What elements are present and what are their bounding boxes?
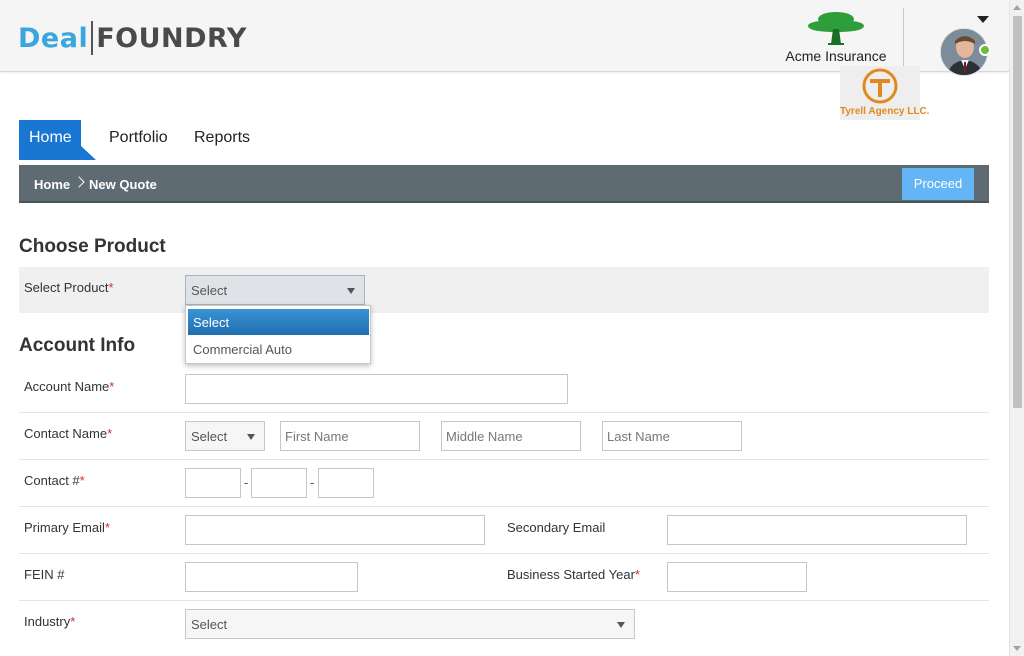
scroll-thumb[interactable]	[1013, 16, 1022, 408]
primary-email-label-text: Primary Email	[24, 520, 105, 535]
required-marker: *	[70, 614, 76, 629]
last-name-placeholder: Last Name	[607, 429, 670, 444]
tab-portfolio[interactable]: Portfolio	[109, 129, 168, 147]
last-name-input[interactable]: Last Name	[602, 421, 742, 451]
row-divider	[19, 600, 989, 601]
page-scrollbar[interactable]	[1009, 0, 1024, 656]
header-divider	[903, 8, 904, 66]
required-marker: *	[107, 426, 113, 441]
row-divider	[19, 553, 989, 554]
row-divider	[19, 459, 989, 460]
first-name-input[interactable]: First Name	[280, 421, 420, 451]
fein-input[interactable]	[185, 562, 358, 592]
required-marker: *	[109, 379, 115, 394]
logo-foundry: FOUNDRY	[96, 23, 247, 54]
product-dropdown-menu: Select Commercial Auto	[185, 305, 371, 364]
account-name-label: Account Name*	[24, 379, 114, 394]
product-select-value: Select	[191, 283, 228, 298]
contact-name-label: Contact Name*	[24, 426, 112, 441]
required-marker: *	[634, 567, 640, 582]
product-select[interactable]: Select	[185, 275, 365, 305]
industry-label: Industry*	[24, 614, 75, 629]
select-product-label: Select Product*	[24, 280, 114, 295]
carrier-logo: Acme Insurance	[784, 10, 888, 64]
carrier-name: Acme Insurance	[785, 48, 887, 64]
section-title-choose-product: Choose Product	[19, 236, 166, 257]
contact-name-label-text: Contact Name	[24, 426, 108, 441]
product-option-commercial-auto[interactable]: Commercial Auto	[193, 342, 292, 357]
business-started-input[interactable]	[667, 562, 807, 592]
user-menu-caret-icon[interactable]	[977, 16, 989, 23]
required-marker: *	[104, 520, 110, 535]
row-divider	[19, 506, 989, 507]
product-option-select[interactable]: Select	[188, 309, 369, 335]
fein-label: FEIN #	[24, 567, 65, 582]
primary-email-input[interactable]	[185, 515, 485, 545]
business-started-label-text: Business Started Year	[507, 567, 635, 582]
middle-name-placeholder: Middle Name	[446, 429, 523, 444]
logo-divider	[91, 21, 94, 55]
salutation-select[interactable]: Select	[185, 421, 265, 451]
middle-name-input[interactable]: Middle Name	[441, 421, 581, 451]
t-logo-icon	[862, 68, 898, 104]
primary-email-label: Primary Email*	[24, 520, 110, 535]
salutation-select-value: Select	[191, 429, 228, 444]
select-product-label-text: Select Product	[24, 280, 109, 295]
logo-foundry-text: FOUNDRY	[96, 22, 247, 54]
industry-select[interactable]: Select	[185, 609, 635, 639]
contact-number-label: Contact #*	[24, 473, 85, 488]
chevron-down-icon	[617, 622, 625, 628]
app-header: Deal FOUNDRY Acme Insurance	[0, 0, 1009, 76]
phone-separator: -	[310, 475, 315, 490]
first-name-placeholder: First Name	[285, 429, 349, 444]
secondary-email-input[interactable]	[667, 515, 967, 545]
breadcrumb-home[interactable]: Home	[34, 177, 70, 192]
scroll-down-icon[interactable]	[1013, 646, 1021, 651]
logo-deal: Deal	[18, 22, 89, 54]
account-name-input[interactable]	[185, 374, 568, 404]
product-row	[19, 267, 989, 313]
chevron-right-icon	[73, 176, 85, 188]
row-divider	[19, 412, 989, 413]
chevron-down-icon	[247, 434, 255, 440]
phone-prefix-input[interactable]	[251, 468, 307, 498]
scroll-up-icon[interactable]	[1013, 5, 1021, 10]
secondary-email-label: Secondary Email	[507, 520, 606, 535]
account-name-label-text: Account Name	[24, 379, 110, 394]
proceed-button[interactable]: Proceed	[902, 168, 974, 200]
tree-icon	[808, 12, 864, 45]
phone-line-input[interactable]	[318, 468, 374, 498]
breadcrumb-current: New Quote	[89, 177, 157, 192]
industry-label-text: Industry	[24, 614, 71, 629]
breadcrumb: Home New Quote Proceed	[19, 165, 989, 203]
chevron-down-icon	[347, 288, 355, 294]
industry-select-value: Select	[191, 617, 228, 632]
app-logo[interactable]: Deal FOUNDRY	[18, 20, 247, 56]
required-marker: *	[108, 280, 114, 295]
tab-home[interactable]: Home	[19, 120, 96, 160]
business-started-label: Business Started Year*	[507, 567, 640, 582]
tab-reports[interactable]: Reports	[194, 129, 250, 147]
phone-area-code-input[interactable]	[185, 468, 241, 498]
agency-name: Tyrell Agency LLC.	[840, 106, 930, 117]
section-title-account-info: Account Info	[19, 335, 136, 356]
required-marker: *	[79, 473, 85, 488]
agency-logo: Tyrell Agency LLC.	[840, 66, 930, 120]
phone-separator: -	[244, 475, 249, 490]
online-status-dot	[979, 44, 991, 56]
contact-number-label-text: Contact #	[24, 473, 80, 488]
